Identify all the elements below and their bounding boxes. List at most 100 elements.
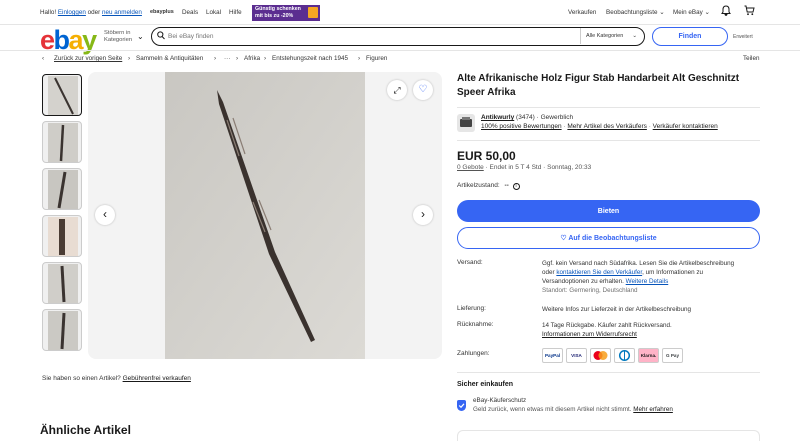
bell-icon[interactable] (721, 5, 731, 19)
main-product-photo[interactable] (165, 72, 365, 359)
breadcrumb-more[interactable]: ··· (224, 55, 230, 62)
search-button[interactable]: Finden (652, 27, 728, 46)
shop-by-line-2: Kategorien (104, 37, 133, 43)
thumbnail-4[interactable] (42, 215, 82, 257)
sell-question-text: Sie haben so einen Artikel? (42, 375, 121, 382)
header-divider (0, 50, 800, 51)
condition-label: Artikelzustand: (457, 182, 500, 189)
cart-icon[interactable] (744, 5, 755, 18)
info-icon[interactable]: i (512, 183, 520, 190)
title-divider (457, 107, 760, 108)
seller-positive-link[interactable]: 100% positive Bewertungen (481, 123, 562, 130)
seller-avatar[interactable] (457, 114, 475, 132)
chevron-down-icon: ⌄ (659, 9, 665, 16)
diners-club-icon (614, 348, 635, 363)
learn-more-link[interactable]: Mehr erfahren (633, 406, 673, 413)
next-section-card (457, 430, 760, 441)
top-utility-bar: Hallo! Einloggen oder neu anmelden ebayp… (0, 0, 800, 25)
shipping-text-2: oder kontaktieren Sie den Verkäufer, um … (542, 269, 704, 276)
search-bar: Alle Kategorien ⌄ (151, 27, 645, 46)
prev-image-button[interactable]: ‹ (95, 205, 115, 225)
breadcrumb-item-africa[interactable]: Afrika (244, 55, 260, 62)
bid-info: 0 Gebote · Endet in 5 T 4 Std · Sonntag,… (457, 164, 591, 171)
heart-icon[interactable]: ♡ (413, 80, 433, 100)
item-title: Alte Afrikanische Holz Figur Stab Handar… (457, 73, 740, 98)
visa-icon: VISA (566, 348, 587, 363)
breadcrumb-item-era[interactable]: Entstehungszeit nach 1945 (272, 55, 348, 62)
shipping-label: Versand: (457, 259, 483, 266)
sell-link[interactable]: Gebührenfrei verkaufen (123, 375, 191, 382)
more-details-link[interactable]: Weitere Details (626, 278, 669, 285)
category-select-value: Alle Kategorien (586, 33, 624, 39)
delivery-label: Lieferung: (457, 305, 486, 312)
payments-label: Zahlungen: (457, 350, 490, 357)
breadcrumb-item-collectibles[interactable]: Sammeln & Antiquitäten (136, 55, 203, 62)
condition-value: -- (504, 182, 509, 189)
auction-end-time: · Endet in 5 T 4 Std · Sonntag, 20:33 (485, 164, 592, 171)
seller-contact-link[interactable]: Verkäufer kontaktieren (653, 123, 718, 130)
shop-by-category[interactable]: Stöbern in Kategorien (104, 30, 132, 44)
breadcrumb-item-figures[interactable]: Figuren (366, 55, 387, 62)
shipping-details: Ggf. kein Versand nach Südafrika. Lesen … (542, 259, 760, 295)
category-select[interactable]: Alle Kategorien ⌄ (580, 28, 643, 44)
promo-banner[interactable]: Günstig schenken mit bis zu -20% (252, 5, 320, 21)
seller-type: · Gewerblich (536, 114, 574, 121)
help-link[interactable]: Hilfe (229, 9, 242, 16)
watchlist-link[interactable]: Beobachtungsliste ⌄ (606, 9, 665, 16)
bid-button[interactable]: Bieten (457, 200, 760, 222)
bids-link[interactable]: 0 Gebote (457, 164, 484, 171)
register-link[interactable]: neu anmelden (102, 9, 142, 16)
returns-details: 14 Tage Rückgabe. Käufer zahlt Rückversa… (542, 321, 760, 339)
thumbnail-5[interactable] (42, 262, 82, 304)
search-input[interactable] (168, 30, 568, 42)
google-pay-icon: G Pay (662, 348, 683, 363)
ebayplus-link[interactable]: ebayplus (150, 9, 174, 15)
add-to-watchlist-button[interactable]: ♡ Auf die Beobachtungsliste (457, 227, 760, 249)
seller-more-items-link[interactable]: Mehr Artikel des Verkäufers (567, 123, 646, 130)
advanced-search-link[interactable]: Erweitert (733, 34, 753, 40)
seller-name-link[interactable]: Antikwurly (481, 114, 514, 121)
next-image-button[interactable]: › (413, 205, 433, 225)
sell-similar-prompt: Sie haben so einen Artikel? Gebührenfrei… (42, 375, 191, 382)
deals-link[interactable]: Deals (182, 9, 198, 16)
back-link[interactable]: Zurück zur vorigen Seite (54, 55, 122, 62)
contact-seller-link[interactable]: kontaktieren Sie den Verkäufer (556, 269, 642, 276)
klarna-icon: Klarna. (638, 348, 659, 363)
breadcrumb: ‹ Zurück zur vorigen Seite › Sammeln & A… (40, 55, 760, 65)
shop-by-line-1: Stöbern in (104, 30, 131, 36)
seller-links: 100% positive Bewertungen · Mehr Artikel… (481, 123, 718, 130)
returns-text: 14 Tage Rückgabe. Käufer zahlt Rückversa… (542, 322, 672, 329)
sell-link[interactable]: Verkaufen (568, 9, 596, 16)
details-divider (457, 372, 760, 373)
login-link[interactable]: Einloggen (58, 9, 86, 16)
chevron-down-icon: ⌄ (632, 33, 637, 39)
breadcrumb-separator: › (264, 55, 267, 62)
chevron-down-icon: ⌄ (704, 9, 710, 16)
similar-items-heading: Ähnliche Artikel (40, 423, 131, 437)
chevron-down-icon[interactable]: ⌄ (137, 32, 144, 41)
paypal-icon: PayPal (542, 348, 563, 363)
expand-icon[interactable]: ⤢ (387, 80, 407, 100)
search-icon (157, 31, 165, 42)
gift-icon (308, 7, 318, 18)
back-arrow-icon[interactable]: ‹ (42, 55, 44, 62)
myebay-link[interactable]: Mein eBay ⌄ (673, 9, 710, 16)
thumbnail-3[interactable] (42, 168, 82, 210)
seller-divider (457, 140, 760, 141)
mastercard-icon (590, 348, 611, 363)
breadcrumb-separator: › (358, 55, 361, 62)
breadcrumb-separator: › (128, 55, 131, 62)
seller-info: Antikwurly (3474) · Gewerblich (481, 114, 573, 121)
thumbnail-2[interactable] (42, 121, 82, 163)
ebay-logo[interactable]: ebay (40, 25, 97, 56)
greeting-text: Hallo! Einloggen oder neu anmelden (40, 9, 142, 16)
item-location: Standort: Germering, Deutschland (542, 287, 638, 294)
thumbnail-1[interactable] (42, 74, 82, 116)
local-link[interactable]: Lokal (206, 9, 221, 16)
shield-icon (457, 400, 466, 411)
breadcrumb-separator: › (214, 55, 217, 62)
withdrawal-info-link[interactable]: Informationen zum Widerrufsrecht (542, 331, 637, 338)
share-link[interactable]: Teilen (743, 55, 759, 62)
shipping-text-3: Versandoptionen zu erhalten. Weitere Det… (542, 278, 669, 285)
thumbnail-6[interactable] (42, 309, 82, 351)
